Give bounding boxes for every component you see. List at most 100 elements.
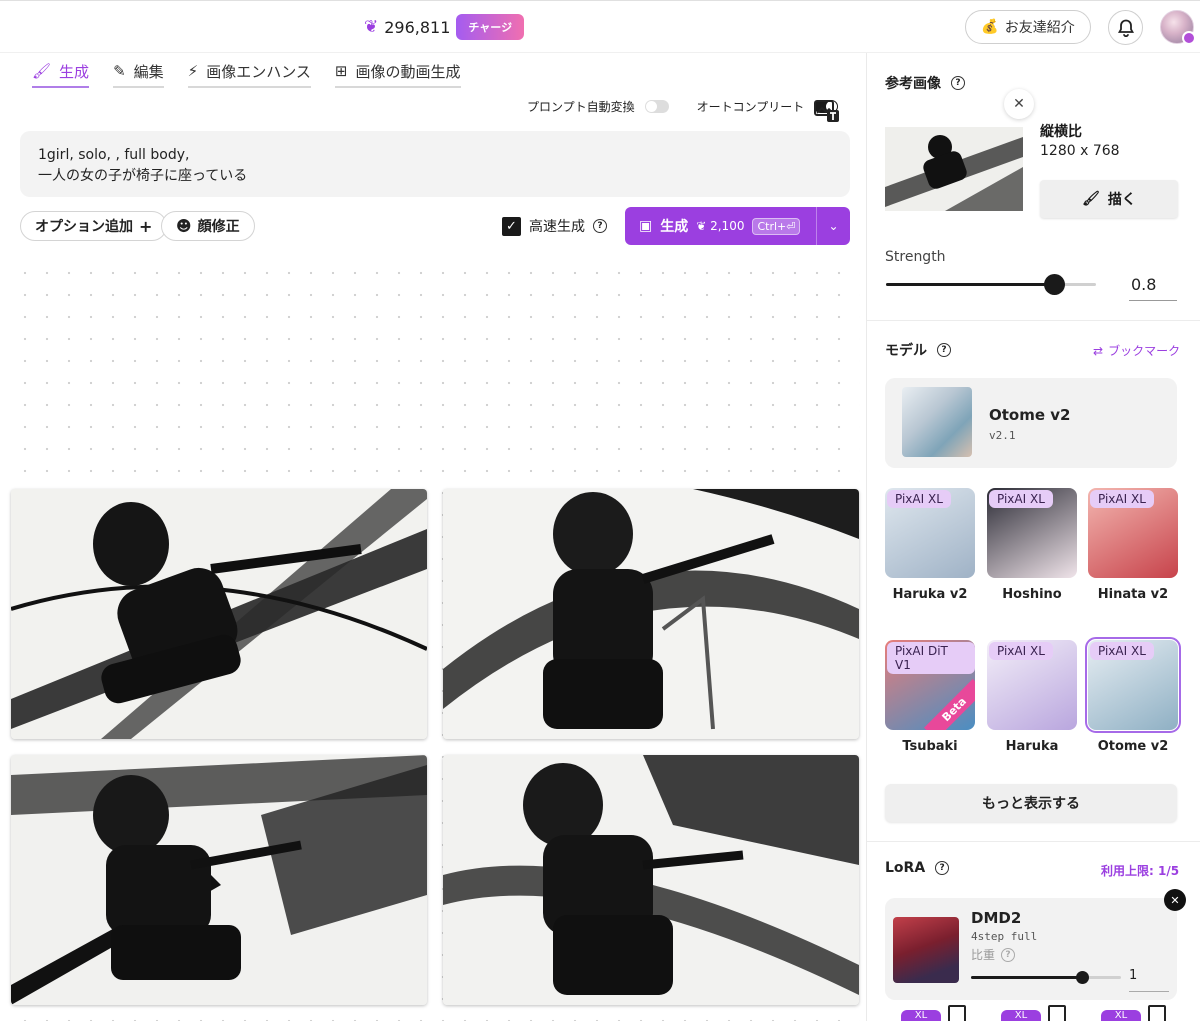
lora-subtitle: 4step full xyxy=(971,930,1038,943)
brush-icon: 🖌 xyxy=(32,62,52,80)
chevron-down-icon: ⌄ xyxy=(828,219,839,233)
divider xyxy=(867,320,1200,321)
result-image-3[interactable] xyxy=(11,755,427,1005)
lora-checkbox[interactable] xyxy=(948,1005,966,1021)
result-image-4[interactable] xyxy=(443,755,859,1005)
selected-model-thumbnail xyxy=(902,387,972,457)
strength-slider-handle[interactable] xyxy=(1043,274,1065,295)
face-fix-button[interactable]: ☻ 顔修正 xyxy=(161,211,255,241)
prompt-input[interactable]: 1girl, solo, , full body, 一人の女の子が椅子に座ってい… xyxy=(20,131,850,197)
add-option-label: オプション追加 xyxy=(35,219,133,235)
top-bar: ❦ 296,811 チャージ 💰 お友達紹介 xyxy=(0,0,1200,53)
invite-friend-button[interactable]: 💰 お友達紹介 xyxy=(965,10,1091,44)
high-speed-checkbox[interactable]: ✓ xyxy=(502,216,521,236)
model-tile[interactable]: PixAI XL Hoshino xyxy=(987,488,1077,602)
strength-slider[interactable] xyxy=(886,274,1096,295)
reference-image[interactable] xyxy=(885,127,1023,211)
tab-edit[interactable]: ✎ 編集 xyxy=(101,54,176,88)
model-tile[interactable]: PixAI XL Otome v2 xyxy=(1085,637,1181,754)
add-option-button[interactable]: オプション追加 + xyxy=(20,211,168,241)
tab-generate[interactable]: 🖌 生成 xyxy=(20,54,101,88)
credit-count: 296,811 xyxy=(384,17,451,37)
lora-tag-xl: XL xyxy=(1101,1010,1141,1021)
prompt-convert-switch[interactable] xyxy=(644,100,669,113)
result-image-4-art xyxy=(443,755,859,1005)
lora-weight-slider[interactable] xyxy=(971,971,1121,984)
lora-weight-label: 比重 xyxy=(971,948,996,962)
model-tile-thumbnail: PixAI XL xyxy=(1085,637,1181,733)
lora-weight-label-row: 比重 ? xyxy=(971,946,1016,963)
lora-checkbox[interactable] xyxy=(1148,1005,1166,1021)
show-more-button[interactable]: もっと表示する xyxy=(885,784,1177,822)
model-tile[interactable]: PixAI DiT V1 Beta Tsubaki xyxy=(885,640,975,754)
model-tile[interactable]: PixAI XL Haruka xyxy=(987,640,1077,754)
image-icon: ▣ xyxy=(639,218,653,234)
tab-generate-label: 生成 xyxy=(59,62,90,81)
settings-panel: 参考画像 ? ✕ 縦横比 1280 x 768 🖌 描く Strength 0.… xyxy=(866,53,1200,1021)
lora-thumbnail xyxy=(893,917,959,983)
strength-value[interactable]: 0.8 xyxy=(1129,275,1177,301)
model-tile-tag: PixAI XL xyxy=(989,642,1053,660)
bookmark-link[interactable]: ⇄ ブックマーク xyxy=(1093,342,1180,359)
model-tile-name: Hoshino xyxy=(1002,587,1062,602)
selected-model-version: v2.1 xyxy=(989,429,1016,442)
lora-remove-button[interactable]: ✕ xyxy=(1164,889,1186,911)
tab-video[interactable]: ⊞ 画像の動画生成 xyxy=(323,54,473,88)
lora-checkbox[interactable] xyxy=(1048,1005,1066,1021)
bookmark-label: ブックマーク xyxy=(1108,344,1181,358)
brush-icon: 🖌 xyxy=(1082,191,1100,207)
reference-section-title: 参考画像 ? xyxy=(885,73,965,93)
model-tile-thumbnail: PixAI XL xyxy=(1088,488,1178,578)
lora-weight-slider-fill xyxy=(971,976,1082,979)
tab-enhance-label: 画像エンハンス xyxy=(206,62,311,81)
help-icon[interactable]: ? xyxy=(1001,947,1016,962)
mode-tabs: 🖌 生成 ✎ 編集 ⚡ 画像エンハンス ⊞ 画像の動画生成 xyxy=(20,54,473,90)
generate-cost: ❦ 2,100 xyxy=(696,219,745,233)
model-tile-name: Otome v2 xyxy=(1097,739,1169,754)
model-tile-name: Tsubaki xyxy=(902,739,958,754)
generate-dropdown[interactable]: ⌄ xyxy=(816,207,850,245)
lora-weight-slider-handle[interactable] xyxy=(1075,971,1089,984)
selected-model-card[interactable]: Otome v2 v2.1 xyxy=(885,378,1177,468)
notification-button[interactable] xyxy=(1108,10,1143,45)
lora-section-title: LoRA ? xyxy=(885,860,950,876)
aspect-ratio-value: 1280 x 768 xyxy=(1040,143,1120,159)
help-icon[interactable]: ? xyxy=(951,76,965,90)
model-title: モデル xyxy=(885,343,927,359)
user-avatar[interactable] xyxy=(1160,10,1196,45)
pencil-icon: ✎ xyxy=(113,62,126,80)
avatar-badge xyxy=(1182,31,1196,45)
image-to-text-button[interactable] xyxy=(814,99,840,123)
model-section-title: モデル ? xyxy=(885,340,951,360)
money-bag-icon: 💰 xyxy=(981,19,999,35)
prompt-convert-label: プロンプト自動変換 xyxy=(527,100,635,114)
prompt-line-2: 一人の女の子が椅子に座っている xyxy=(38,168,248,184)
result-image-1[interactable] xyxy=(11,489,427,739)
draw-label: 描く xyxy=(1107,192,1136,208)
result-image-2[interactable] xyxy=(443,489,859,739)
lora-weight-value[interactable]: 1 xyxy=(1129,968,1169,992)
model-tile-tag: PixAI DiT V1 xyxy=(887,642,975,674)
model-tile[interactable]: PixAI XL Haruka v2 xyxy=(885,488,975,602)
charge-button[interactable]: チャージ xyxy=(456,14,525,40)
model-tile-tag: PixAI XL xyxy=(989,490,1053,508)
model-tile-tag: PixAI XL xyxy=(887,490,951,508)
draw-button[interactable]: 🖌 描く xyxy=(1040,180,1178,218)
help-icon[interactable]: ? xyxy=(937,343,951,357)
lora-card[interactable]: DMD2 4step full 比重 ? 1 xyxy=(885,898,1177,1000)
model-tile-thumbnail: PixAI DiT V1 Beta xyxy=(885,640,975,730)
model-tile-tag: PixAI XL xyxy=(1090,490,1154,508)
lora-tag-xl: XL xyxy=(1001,1010,1041,1021)
result-image-3-art xyxy=(11,755,427,1005)
result-image-1-art xyxy=(11,489,427,739)
model-tile[interactable]: PixAI XL Hinata v2 xyxy=(1088,488,1178,602)
generate-main[interactable]: ▣ 生成 ❦ 2,100 Ctrl+⏎ xyxy=(625,216,816,236)
reference-remove-button[interactable]: ✕ xyxy=(1004,89,1034,119)
help-icon[interactable]: ? xyxy=(593,219,607,233)
plus-icon: + xyxy=(139,216,153,236)
tab-enhance[interactable]: ⚡ 画像エンハンス xyxy=(176,54,323,88)
close-icon: ✕ xyxy=(1170,893,1180,907)
help-icon[interactable]: ? xyxy=(935,861,950,875)
generate-button[interactable]: ▣ 生成 ❦ 2,100 Ctrl+⏎ ⌄ xyxy=(625,207,850,245)
model-tile-thumbnail: PixAI XL xyxy=(987,640,1077,730)
